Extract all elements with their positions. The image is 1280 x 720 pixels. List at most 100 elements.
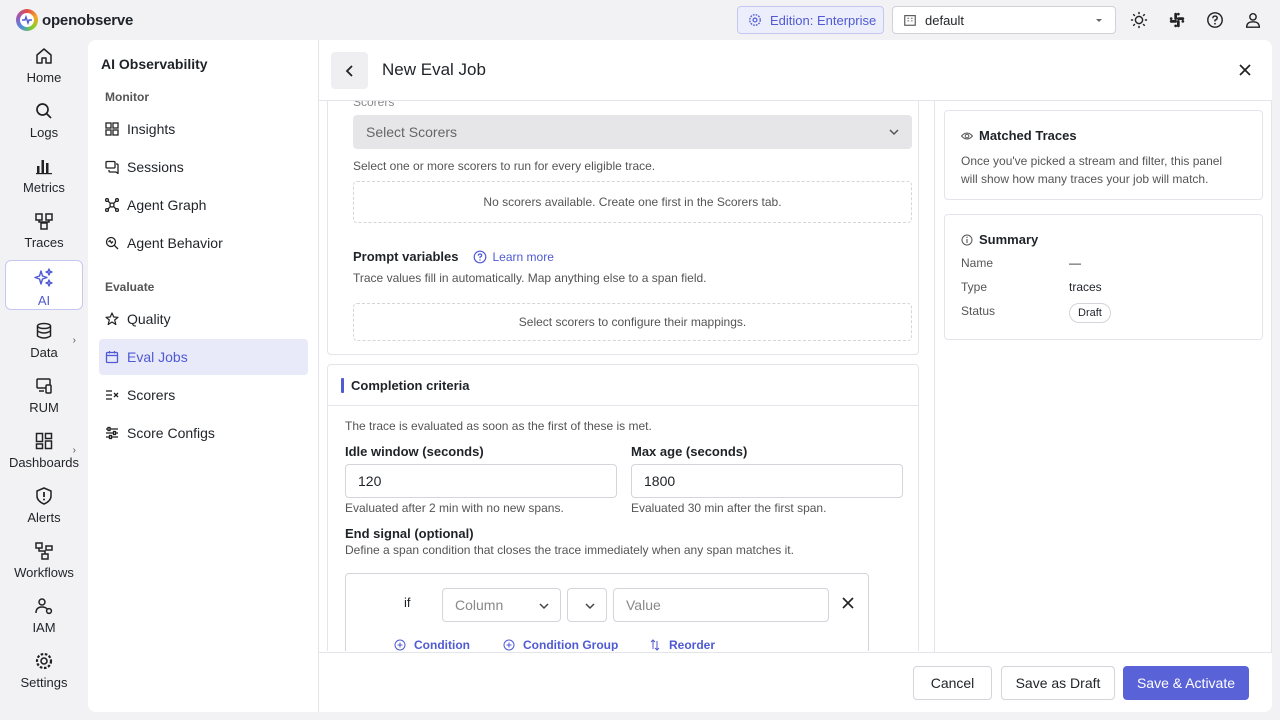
column-select[interactable]: Column bbox=[442, 588, 561, 622]
brand-logo[interactable]: openobserve bbox=[16, 9, 133, 31]
summary-name-value: — bbox=[1069, 256, 1081, 270]
top-bar: openobserve Edition: Enterprise default bbox=[0, 0, 1280, 40]
add-condition-button[interactable]: Condition bbox=[394, 638, 470, 651]
sidebar-item-insights[interactable]: Insights bbox=[99, 111, 308, 147]
nav-label: IAM bbox=[32, 620, 56, 635]
sidebar-item-scorers[interactable]: Scorers bbox=[99, 377, 308, 413]
sidebar-item-quality[interactable]: Quality bbox=[99, 301, 308, 337]
nav-traces[interactable]: Traces bbox=[5, 205, 83, 255]
chevron-right-icon: › bbox=[72, 445, 76, 456]
nav-home[interactable]: Home bbox=[5, 40, 83, 90]
theme-toggle-icon[interactable] bbox=[1129, 10, 1149, 30]
select-scorers-placeholder: Select Scorers bbox=[366, 124, 458, 140]
value-placeholder: Value bbox=[626, 597, 661, 613]
save-activate-button[interactable]: Save & Activate bbox=[1123, 666, 1249, 700]
reorder-button[interactable]: Reorder bbox=[649, 638, 715, 651]
nav-alerts[interactable]: Alerts bbox=[5, 480, 83, 530]
calendar-icon bbox=[105, 351, 119, 364]
save-draft-button[interactable]: Save as Draft bbox=[1001, 666, 1115, 700]
workflow-icon bbox=[35, 542, 53, 560]
nav-logs[interactable]: Logs bbox=[5, 95, 83, 145]
nav-label: Dashboards bbox=[8, 455, 80, 470]
gear-icon bbox=[35, 652, 53, 670]
nav-iam[interactable]: IAM bbox=[5, 590, 83, 640]
bar-chart-icon bbox=[36, 160, 52, 175]
nav-ai[interactable]: AI bbox=[5, 260, 83, 310]
cancel-button[interactable]: Cancel bbox=[913, 666, 992, 700]
close-button[interactable] bbox=[1236, 61, 1254, 79]
nav-metrics[interactable]: Metrics bbox=[5, 150, 83, 200]
prompt-variables-hint: Trace values fill in automatically. Map … bbox=[353, 271, 707, 285]
operator-select[interactable] bbox=[567, 588, 607, 622]
nav-data[interactable]: Data › bbox=[5, 315, 83, 365]
nav-label: AI bbox=[37, 293, 51, 308]
max-age-label: Max age (seconds) bbox=[631, 444, 748, 459]
idle-window-label: Idle window (seconds) bbox=[345, 444, 484, 459]
sliders-icon bbox=[106, 426, 118, 440]
max-age-input[interactable]: 1800 bbox=[631, 464, 903, 498]
matched-traces-title: Matched Traces bbox=[979, 128, 1077, 143]
sidebar-item-score-configs[interactable]: Score Configs bbox=[99, 415, 308, 451]
editor-footer: Cancel Save as Draft Save & Activate bbox=[319, 652, 1272, 712]
slack-icon[interactable] bbox=[1167, 10, 1187, 30]
eval-job-editor: New Eval Job Scorers Select Scorers Sele… bbox=[319, 40, 1272, 712]
chevron-left-icon bbox=[345, 64, 353, 77]
org-selector[interactable]: default bbox=[892, 6, 1116, 34]
sidebar-item-label: Insights bbox=[127, 121, 176, 137]
summary-status-key: Status bbox=[961, 304, 996, 318]
completion-header: Completion criteria bbox=[328, 365, 918, 406]
devices-icon bbox=[36, 378, 52, 394]
nav-label: Logs bbox=[29, 125, 59, 140]
plus-circle-icon bbox=[394, 639, 406, 651]
nav-label: Home bbox=[26, 70, 62, 85]
learn-more-link[interactable]: Learn more bbox=[473, 250, 554, 264]
sidebar-item-eval-jobs[interactable]: Eval Jobs bbox=[99, 339, 308, 375]
nav-label: Alerts bbox=[27, 510, 61, 525]
select-scorers-dropdown[interactable]: Select Scorers bbox=[353, 115, 912, 149]
completion-title: Completion criteria bbox=[351, 378, 470, 393]
left-nav: Home Logs Metrics Traces AI Data › RUM D… bbox=[0, 40, 88, 720]
gear-badge-icon bbox=[749, 14, 761, 26]
scorers-empty-state: No scorers available. Create one first i… bbox=[353, 181, 912, 223]
nav-label: Traces bbox=[24, 235, 64, 250]
end-signal-label: End signal (optional) bbox=[345, 526, 474, 541]
side-column: Matched Traces Once you've picked a stre… bbox=[934, 101, 1272, 652]
sidebar-item-label: Sessions bbox=[127, 159, 184, 175]
scorers-label: Scorers bbox=[353, 101, 395, 109]
sparkles-icon bbox=[34, 268, 53, 287]
edition-badge[interactable]: Edition: Enterprise bbox=[737, 6, 884, 34]
brand-name: openobserve bbox=[42, 11, 134, 29]
sidebar-item-sessions[interactable]: Sessions bbox=[99, 149, 308, 185]
add-condition-group-button[interactable]: Condition Group bbox=[503, 638, 618, 651]
chat-icon bbox=[105, 160, 119, 174]
sidebar-item-agent-graph[interactable]: Agent Graph bbox=[99, 187, 308, 223]
condition-if-label: if bbox=[404, 595, 411, 610]
user-profile-icon[interactable] bbox=[1243, 10, 1263, 30]
help-icon[interactable] bbox=[1205, 10, 1225, 30]
close-icon bbox=[1239, 64, 1251, 76]
idle-window-input[interactable]: 120 bbox=[345, 464, 617, 498]
nav-settings[interactable]: Settings bbox=[5, 645, 83, 695]
nav-workflows[interactable]: Workflows bbox=[5, 535, 83, 585]
matched-traces-card: Matched Traces Once you've picked a stre… bbox=[944, 110, 1263, 200]
prompt-variables-heading: Prompt variables Learn more bbox=[353, 249, 554, 264]
value-input[interactable]: Value bbox=[613, 588, 829, 622]
nav-rum[interactable]: RUM bbox=[5, 370, 83, 420]
nav-dashboards[interactable]: Dashboards › bbox=[5, 425, 83, 475]
eye-icon bbox=[961, 132, 973, 139]
max-age-hint: Evaluated 30 min after the first span. bbox=[631, 501, 827, 515]
scorers-hint: Select one or more scorers to run for ev… bbox=[353, 159, 656, 173]
nav-label: Workflows bbox=[14, 565, 74, 580]
chevron-down-icon bbox=[1096, 19, 1102, 22]
mappings-empty-state: Select scorers to configure their mappin… bbox=[353, 303, 912, 341]
edition-label: Edition: Enterprise bbox=[770, 12, 877, 28]
sidebar-item-agent-behavior[interactable]: Agent Behavior bbox=[99, 225, 308, 261]
summary-type-value: traces bbox=[1069, 280, 1102, 294]
remove-condition-icon[interactable] bbox=[842, 597, 854, 612]
org-name: default bbox=[925, 12, 965, 28]
scorers-card: Scorers Select Scorers Select one or mor… bbox=[327, 101, 919, 355]
nav-label: Data bbox=[30, 345, 58, 360]
completion-criteria-card: Completion criteria The trace is evaluat… bbox=[327, 364, 919, 651]
back-button[interactable] bbox=[331, 52, 368, 89]
nav-label: RUM bbox=[29, 400, 59, 415]
